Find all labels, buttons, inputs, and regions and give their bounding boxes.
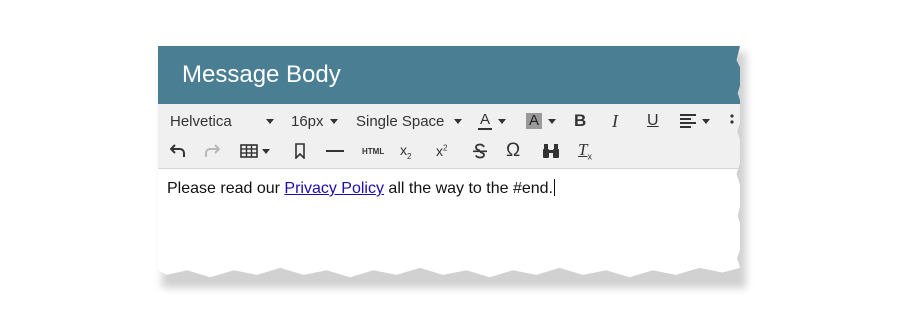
redo-icon bbox=[205, 144, 220, 157]
italic-button[interactable]: I bbox=[612, 108, 618, 134]
editor-text-before-link: Please read our bbox=[167, 180, 285, 197]
binoculars-icon bbox=[543, 144, 559, 158]
superscript-button[interactable]: x2 bbox=[436, 138, 447, 164]
table-icon bbox=[240, 144, 258, 158]
strikethrough-button[interactable] bbox=[472, 138, 488, 164]
horizontal-rule-icon bbox=[326, 150, 344, 152]
horizontal-rule-button[interactable] bbox=[326, 138, 344, 164]
font-size-select[interactable]: 16px bbox=[291, 108, 341, 134]
chevron-down-icon bbox=[702, 118, 710, 124]
bold-icon: B bbox=[574, 111, 587, 130]
redo-button[interactable] bbox=[204, 138, 220, 164]
line-spacing-value: Single Space bbox=[356, 112, 445, 130]
subscript-button[interactable]: x2 bbox=[400, 138, 411, 164]
html-icon: HTML bbox=[362, 146, 385, 156]
background-color-button[interactable]: A bbox=[526, 108, 557, 134]
editor-text-after-link: all the way to the #end. bbox=[383, 180, 553, 197]
privacy-policy-link[interactable]: Privacy Policy bbox=[284, 180, 384, 197]
text-cursor bbox=[553, 179, 555, 196]
underline-icon: U bbox=[647, 112, 659, 129]
align-button[interactable] bbox=[680, 108, 710, 134]
font-size-value: 16px bbox=[291, 112, 324, 130]
subscript-icon: x2 bbox=[400, 141, 412, 161]
clear-format-icon: Tx bbox=[578, 140, 592, 162]
chevron-down-icon bbox=[548, 118, 557, 124]
text-color-icon: A bbox=[478, 111, 493, 130]
chevron-down-icon bbox=[498, 118, 507, 124]
text-color-button[interactable]: A bbox=[478, 108, 507, 134]
clear-format-button[interactable]: Tx bbox=[578, 138, 592, 164]
bookmark-button[interactable] bbox=[294, 138, 306, 164]
table-button[interactable] bbox=[240, 138, 270, 164]
bookmark-icon bbox=[295, 143, 305, 159]
find-button[interactable] bbox=[542, 138, 560, 164]
special-character-button[interactable]: Ω bbox=[506, 138, 520, 164]
chevron-down-icon bbox=[454, 118, 463, 124]
bold-button[interactable]: B bbox=[574, 108, 586, 134]
superscript-icon: x2 bbox=[436, 143, 448, 159]
more-icon bbox=[730, 114, 734, 124]
undo-button[interactable] bbox=[170, 138, 186, 164]
chevron-down-icon bbox=[329, 118, 338, 124]
editor-toolbar: Helvetica 16px Single Space A A B I U HT… bbox=[158, 104, 740, 169]
message-body-panel: Message Body Helvetica 16px Single Space… bbox=[158, 46, 740, 278]
align-left-icon bbox=[680, 114, 696, 128]
html-button[interactable]: HTML bbox=[362, 138, 384, 164]
more-button[interactable] bbox=[730, 108, 734, 134]
font-family-value: Helvetica bbox=[170, 112, 232, 130]
strikethrough-icon bbox=[473, 143, 487, 159]
editor-content[interactable]: Please read our Privacy Policy all the w… bbox=[158, 169, 740, 208]
chevron-down-icon bbox=[266, 118, 274, 124]
line-spacing-select[interactable]: Single Space bbox=[356, 108, 466, 134]
font-family-select[interactable]: Helvetica bbox=[170, 108, 280, 134]
omega-icon: Ω bbox=[506, 140, 521, 161]
panel-header: Message Body bbox=[158, 46, 740, 104]
panel-title: Message Body bbox=[182, 61, 341, 88]
underline-button[interactable]: U bbox=[647, 108, 659, 134]
background-color-icon: A bbox=[526, 113, 543, 129]
chevron-down-icon bbox=[262, 148, 270, 154]
undo-icon bbox=[170, 144, 185, 157]
italic-icon: I bbox=[612, 110, 618, 131]
